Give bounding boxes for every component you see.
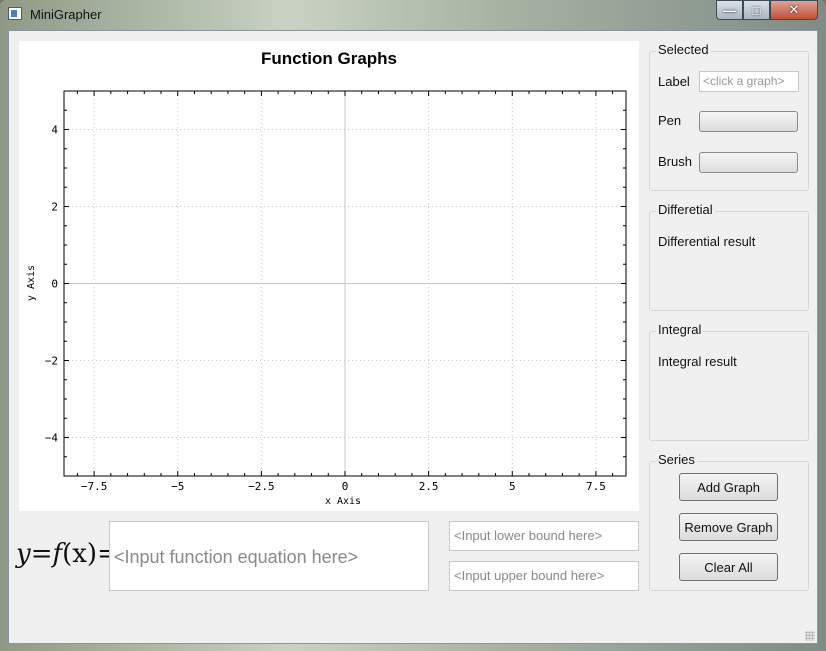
equation-y: y	[16, 539, 31, 569]
selected-group-title: Selected	[656, 42, 711, 57]
upper-bound-input[interactable]: <Input upper bound here>	[449, 561, 639, 591]
brush-color-button[interactable]	[699, 152, 798, 173]
differential-group	[649, 211, 809, 311]
chart-title: Function Graphs	[261, 49, 397, 68]
plot-svg: −7.5 −5 −2.5 0 2.5 5 7.5 −4 −2 0 2 4 Function Graph…	[26, 49, 627, 507]
window-title: MiniGrapher	[30, 7, 102, 22]
x-tick-label: 7.5	[586, 480, 606, 493]
y-tick-label: 0	[51, 278, 58, 291]
title-bar[interactable]: MiniGrapher — □ ✕	[0, 0, 826, 28]
function-input[interactable]: <Input function equation here>	[109, 521, 429, 591]
app-window: MiniGrapher — □ ✕ −7.5 −5 −2.5 0 2.5 5 7.5 −4 −2…	[0, 0, 826, 651]
y-axis-label: y Axis	[26, 265, 37, 301]
clear-all-button[interactable]: Clear All	[679, 553, 778, 581]
label-caption: Label	[658, 74, 690, 89]
minimize-button[interactable]: —	[716, 0, 743, 20]
x-tick-label: −7.5	[81, 480, 108, 493]
integral-group-title: Integral	[656, 322, 704, 337]
x-tick-label: −2.5	[248, 480, 275, 493]
lower-bound-input[interactable]: <Input lower bound here>	[449, 521, 639, 551]
x-tick-label: 0	[342, 480, 349, 493]
integral-result: Integral result	[658, 354, 737, 369]
add-graph-button[interactable]: Add Graph	[679, 473, 778, 501]
pen-color-button[interactable]	[699, 111, 798, 132]
y-tick-label: 4	[51, 124, 58, 137]
app-icon	[8, 7, 22, 20]
label-input[interactable]: <click a graph>	[699, 71, 799, 92]
remove-graph-button[interactable]: Remove Graph	[679, 513, 778, 541]
minimize-icon: —	[723, 2, 736, 18]
pen-caption: Pen	[658, 113, 682, 128]
differential-result: Differential result	[658, 234, 756, 249]
x-tick-label: −5	[171, 480, 184, 493]
close-button[interactable]: ✕	[770, 0, 818, 20]
y-tick-label: −2	[45, 355, 58, 368]
differential-group-title: Differetial	[656, 202, 715, 217]
equation-label: y=f(x)=	[16, 539, 119, 569]
y-tick-label: −4	[45, 432, 59, 445]
maximize-button[interactable]: □	[743, 0, 770, 20]
equation-equals-1: =	[30, 539, 53, 569]
x-tick-label: 2.5	[419, 480, 439, 493]
equation-x: (x)	[62, 539, 98, 569]
brush-caption: Brush	[658, 154, 692, 169]
resize-grip[interactable]	[805, 631, 815, 641]
main-panel: −7.5 −5 −2.5 0 2.5 5 7.5 −4 −2 0 2 4 Function Graph…	[8, 30, 818, 644]
close-icon: ✕	[788, 2, 800, 17]
x-tick-label: 5	[509, 480, 516, 493]
x-axis-label: x Axis	[325, 496, 361, 507]
y-tick-label: 2	[51, 201, 58, 214]
equation-f: f	[52, 539, 63, 569]
maximize-icon: □	[752, 2, 761, 18]
function-plot[interactable]: −7.5 −5 −2.5 0 2.5 5 7.5 −4 −2 0 2 4 Function Graph…	[19, 41, 639, 511]
series-group-title: Series	[656, 452, 697, 467]
integral-group	[649, 331, 809, 441]
